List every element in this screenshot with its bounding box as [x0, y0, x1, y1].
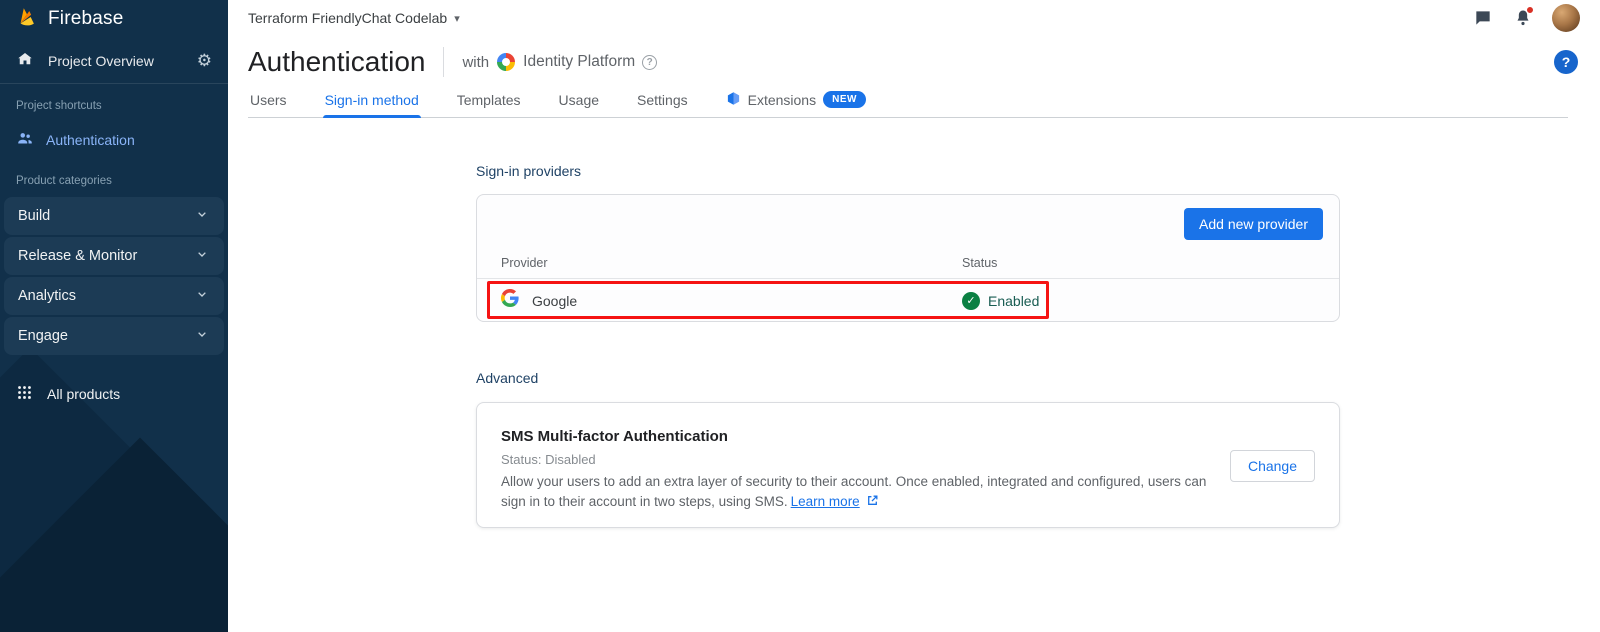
project-overview-label: Project Overview: [48, 53, 154, 69]
tab-label: Sign-in method: [325, 92, 419, 108]
sms-mfa-description: Allow your users to add an extra layer o…: [501, 472, 1219, 512]
topbar: Terraform FriendlyChat Codelab ▾: [228, 0, 1600, 36]
providers-table-header: Provider Status: [477, 252, 1339, 279]
settings-gear-icon[interactable]: ⚙: [197, 51, 212, 71]
chevron-down-icon: [194, 206, 210, 226]
tab-label: Templates: [457, 92, 521, 108]
providers-card: Add new provider Provider Status Google …: [476, 194, 1340, 322]
topbar-actions: [1472, 4, 1580, 32]
google-logo-icon: [501, 289, 519, 312]
add-new-provider-button[interactable]: Add new provider: [1184, 208, 1323, 240]
tab-label: Settings: [637, 92, 688, 108]
tab-label: Usage: [559, 92, 599, 108]
status-badge: Enabled: [988, 293, 1039, 309]
sidebar-item-authentication[interactable]: Authentication: [0, 120, 228, 159]
chevron-down-icon: ▾: [454, 12, 460, 25]
project-shortcuts-label: Project shortcuts: [0, 84, 228, 120]
help-icon[interactable]: ?: [1554, 50, 1578, 74]
firebase-flame-icon: [16, 6, 38, 33]
alert-badge: [1526, 6, 1534, 14]
advanced-heading: Advanced: [476, 370, 538, 386]
tab-templates[interactable]: Templates: [455, 90, 523, 117]
identity-platform-icon: [497, 53, 515, 71]
tab-settings[interactable]: Settings: [635, 90, 690, 117]
sidebar-item-engage[interactable]: Engage: [4, 317, 224, 355]
sidebar-item-analytics[interactable]: Analytics: [4, 277, 224, 315]
header-divider: [443, 47, 444, 77]
tab-label: Extensions: [748, 92, 816, 108]
learn-more-link[interactable]: Learn more: [791, 494, 860, 509]
sidebar-item-project-overview[interactable]: Project Overview ⚙: [0, 38, 228, 84]
chevron-down-icon: [194, 286, 210, 306]
chevron-down-icon: [194, 326, 210, 346]
all-products-label: All products: [47, 386, 120, 402]
brand-name: Firebase: [48, 8, 124, 30]
external-link-icon: [863, 495, 880, 510]
grid-icon: [16, 384, 33, 404]
sms-mfa-title: SMS Multi-factor Authentication: [501, 428, 728, 445]
category-label: Analytics: [18, 288, 76, 304]
status-cell: ✓ Enabled: [962, 279, 1039, 322]
firebase-brand[interactable]: Firebase: [0, 0, 228, 38]
sidebar-item-build[interactable]: Build: [4, 197, 224, 235]
extensions-icon: [726, 91, 741, 109]
provider-name: Google: [532, 293, 577, 309]
sms-mfa-status: Status: Disabled: [501, 452, 596, 467]
user-avatar[interactable]: [1552, 4, 1580, 32]
sms-mfa-card: SMS Multi-factor Authentication Status: …: [476, 402, 1340, 528]
with-label: with: [462, 54, 489, 71]
category-label: Engage: [18, 328, 68, 344]
column-header-provider: Provider: [501, 256, 548, 270]
sidebar-item-release-monitor[interactable]: Release & Monitor: [4, 237, 224, 275]
people-icon: [16, 129, 34, 150]
tab-label: Users: [250, 92, 287, 108]
authentication-label: Authentication: [46, 132, 135, 148]
change-button[interactable]: Change: [1230, 450, 1315, 482]
provider-cell: Google: [501, 279, 577, 322]
identity-platform-label: Identity Platform: [523, 53, 635, 71]
feedback-icon[interactable]: [1472, 7, 1494, 29]
alerts-bell-icon[interactable]: [1512, 7, 1534, 29]
sidebar: Firebase Project Overview ⚙ Project shor…: [0, 0, 228, 632]
info-icon[interactable]: ?: [642, 55, 657, 70]
tab-bar: Users Sign-in method Templates Usage Set…: [248, 90, 1568, 118]
tab-sign-in-method[interactable]: Sign-in method: [323, 90, 421, 117]
chevron-down-icon: [194, 246, 210, 266]
table-row-google[interactable]: Google ✓ Enabled: [477, 279, 1339, 322]
tab-usage[interactable]: Usage: [557, 90, 601, 117]
project-selector[interactable]: Terraform FriendlyChat Codelab ▾: [248, 10, 460, 26]
category-label: Build: [18, 208, 50, 224]
product-categories-label: Product categories: [0, 159, 228, 195]
column-header-status: Status: [962, 256, 997, 270]
tab-extensions[interactable]: Extensions NEW: [724, 90, 868, 117]
page-title: Authentication: [248, 46, 425, 78]
tab-users[interactable]: Users: [248, 90, 289, 117]
check-circle-icon: ✓: [962, 292, 980, 310]
sidebar-item-all-products[interactable]: All products: [0, 373, 228, 415]
project-name: Terraform FriendlyChat Codelab: [248, 10, 447, 26]
category-label: Release & Monitor: [18, 248, 137, 264]
home-icon: [16, 50, 34, 71]
page-header: Authentication with Identity Platform ? …: [228, 36, 1600, 88]
sign-in-providers-heading: Sign-in providers: [476, 163, 581, 179]
new-badge: NEW: [823, 91, 866, 108]
